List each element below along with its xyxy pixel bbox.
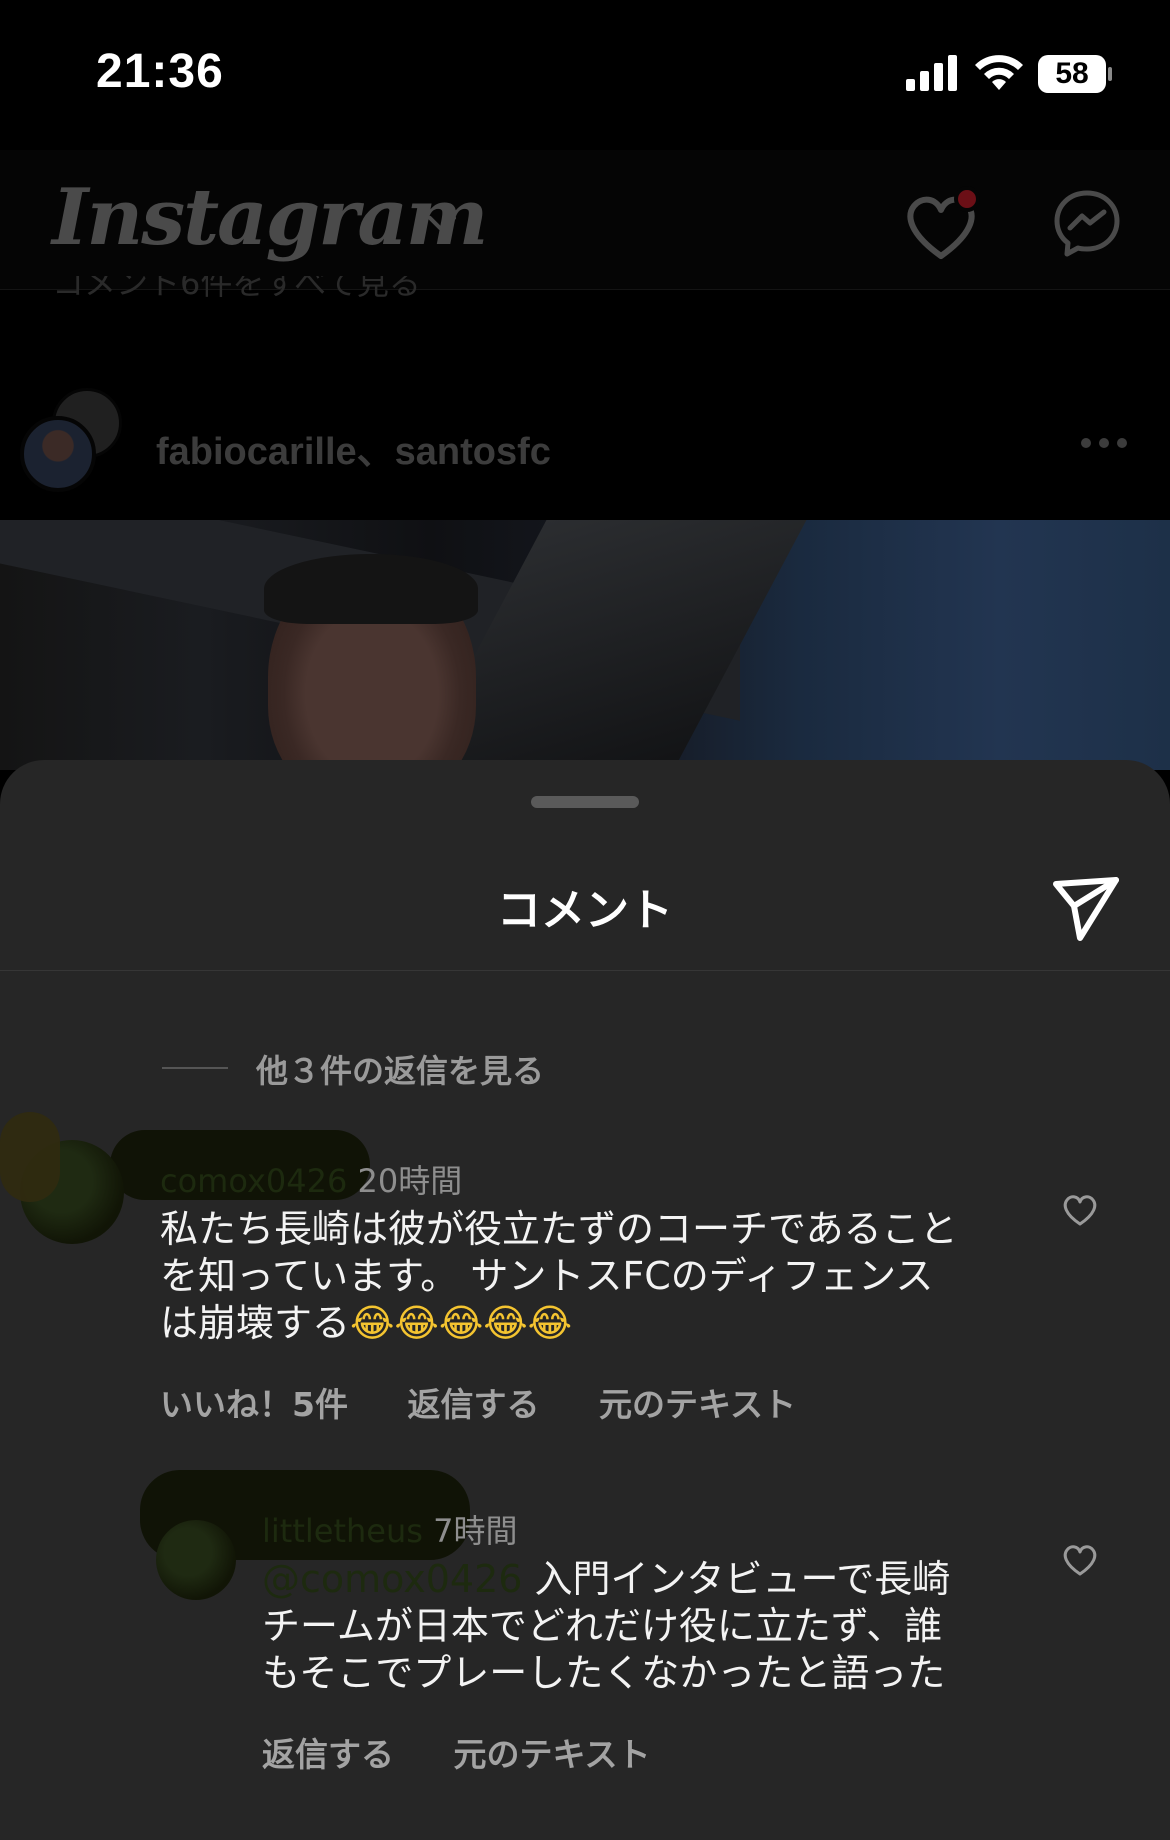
instagram-logo[interactable]: Instagram [52, 172, 488, 263]
wifi-icon [975, 55, 1023, 90]
signal-bars-icon [906, 55, 957, 91]
reply-meta: littletheus 7時間 [262, 1506, 517, 1552]
view-all-comments-text: コメント6件をすべて見る [52, 276, 421, 302]
reply-username[interactable]: littletheus [262, 1512, 423, 1550]
messenger-icon[interactable] [1052, 188, 1122, 258]
mention-link[interactable]: @comox0426 [262, 1557, 522, 1601]
replies-line [162, 1067, 228, 1069]
comment-line: を知っています。 サントスFCのディフェンス [160, 1254, 934, 1298]
reply-like-icon[interactable] [1060, 1542, 1100, 1578]
comment-meta: comox0426 20時間 [160, 1156, 462, 1202]
reply-reply-button[interactable]: 返信する [262, 1735, 394, 1774]
status-time: 21:36 [96, 45, 224, 98]
comment-line-last: は崩壊する😂😂😂😂😂 [160, 1300, 1000, 1347]
status-bar: 21:36 58 [0, 0, 1170, 150]
see-original-button[interactable]: 元のテキスト [599, 1385, 796, 1424]
reply-line: チームが日本でどれだけ役に立たず、誰 [262, 1604, 943, 1648]
post-header: fabiocarille、santosfc [0, 380, 1170, 520]
comment-line: は崩壊する [160, 1301, 351, 1345]
reply-see-original-button[interactable]: 元のテキスト [454, 1735, 651, 1774]
reply-line: もそこでプレーしたくなかったと語った [262, 1651, 946, 1695]
chevron-down-icon[interactable] [424, 210, 460, 238]
comments-sheet: コメント 他３件の返信を見る comox0426 20時間 私たち長崎は彼が役立… [0, 760, 1170, 1840]
battery-icon: 58 [1038, 55, 1112, 93]
sheet-title: コメント [497, 885, 673, 936]
reply-text: @comox0426 入門インタビューで長崎 チームが日本でどれだけ役に立たず、… [262, 1556, 1002, 1697]
comment-text: 私たち長崎は彼が役立たずのコーチであること を知っています。 サントスFCのディ… [160, 1206, 1000, 1347]
likes-count[interactable]: いいね！5件 [160, 1385, 348, 1424]
reply-line-first: @comox0426 入門インタビューで長崎 [262, 1556, 1002, 1603]
reply-button[interactable]: 返信する [407, 1385, 539, 1424]
more-options-icon[interactable] [1080, 436, 1128, 450]
image-hair [264, 554, 478, 624]
laughing-emoji: 😂😂😂😂😂 [350, 1301, 573, 1345]
comment-line: 私たち長崎は彼が役立たずのコーチであること [160, 1207, 958, 1251]
notification-dot [954, 186, 980, 212]
comment-like-icon[interactable] [1060, 1192, 1100, 1228]
redaction-scribble [0, 1112, 60, 1202]
view-replies-label: 他３件の返信を見る [256, 1052, 545, 1090]
app-header: Instagram [0, 150, 1170, 290]
collab-avatar-fabiocarille[interactable] [20, 416, 96, 492]
comment-actions: いいね！5件 返信する 元のテキスト [160, 1378, 844, 1426]
reply-time: 7時間 [433, 1512, 518, 1550]
view-all-comments-link[interactable]: コメント6件をすべて見る [52, 276, 421, 306]
reply-line: 入門インタビューで長崎 [522, 1557, 951, 1601]
share-send-icon[interactable] [1050, 872, 1122, 944]
post-image[interactable] [0, 520, 1170, 770]
sheet-divider [0, 970, 1170, 971]
post-username[interactable]: fabiocarille、santosfc [156, 420, 551, 475]
comment-time: 20時間 [357, 1162, 463, 1200]
battery-cap [1108, 67, 1112, 81]
reply-avatar[interactable] [156, 1520, 236, 1600]
sheet-grabber[interactable] [531, 796, 639, 808]
battery-level: 58 [1038, 55, 1106, 93]
comment-username[interactable]: comox0426 [160, 1162, 347, 1200]
reply-actions: 返信する 元のテキスト [262, 1728, 699, 1776]
